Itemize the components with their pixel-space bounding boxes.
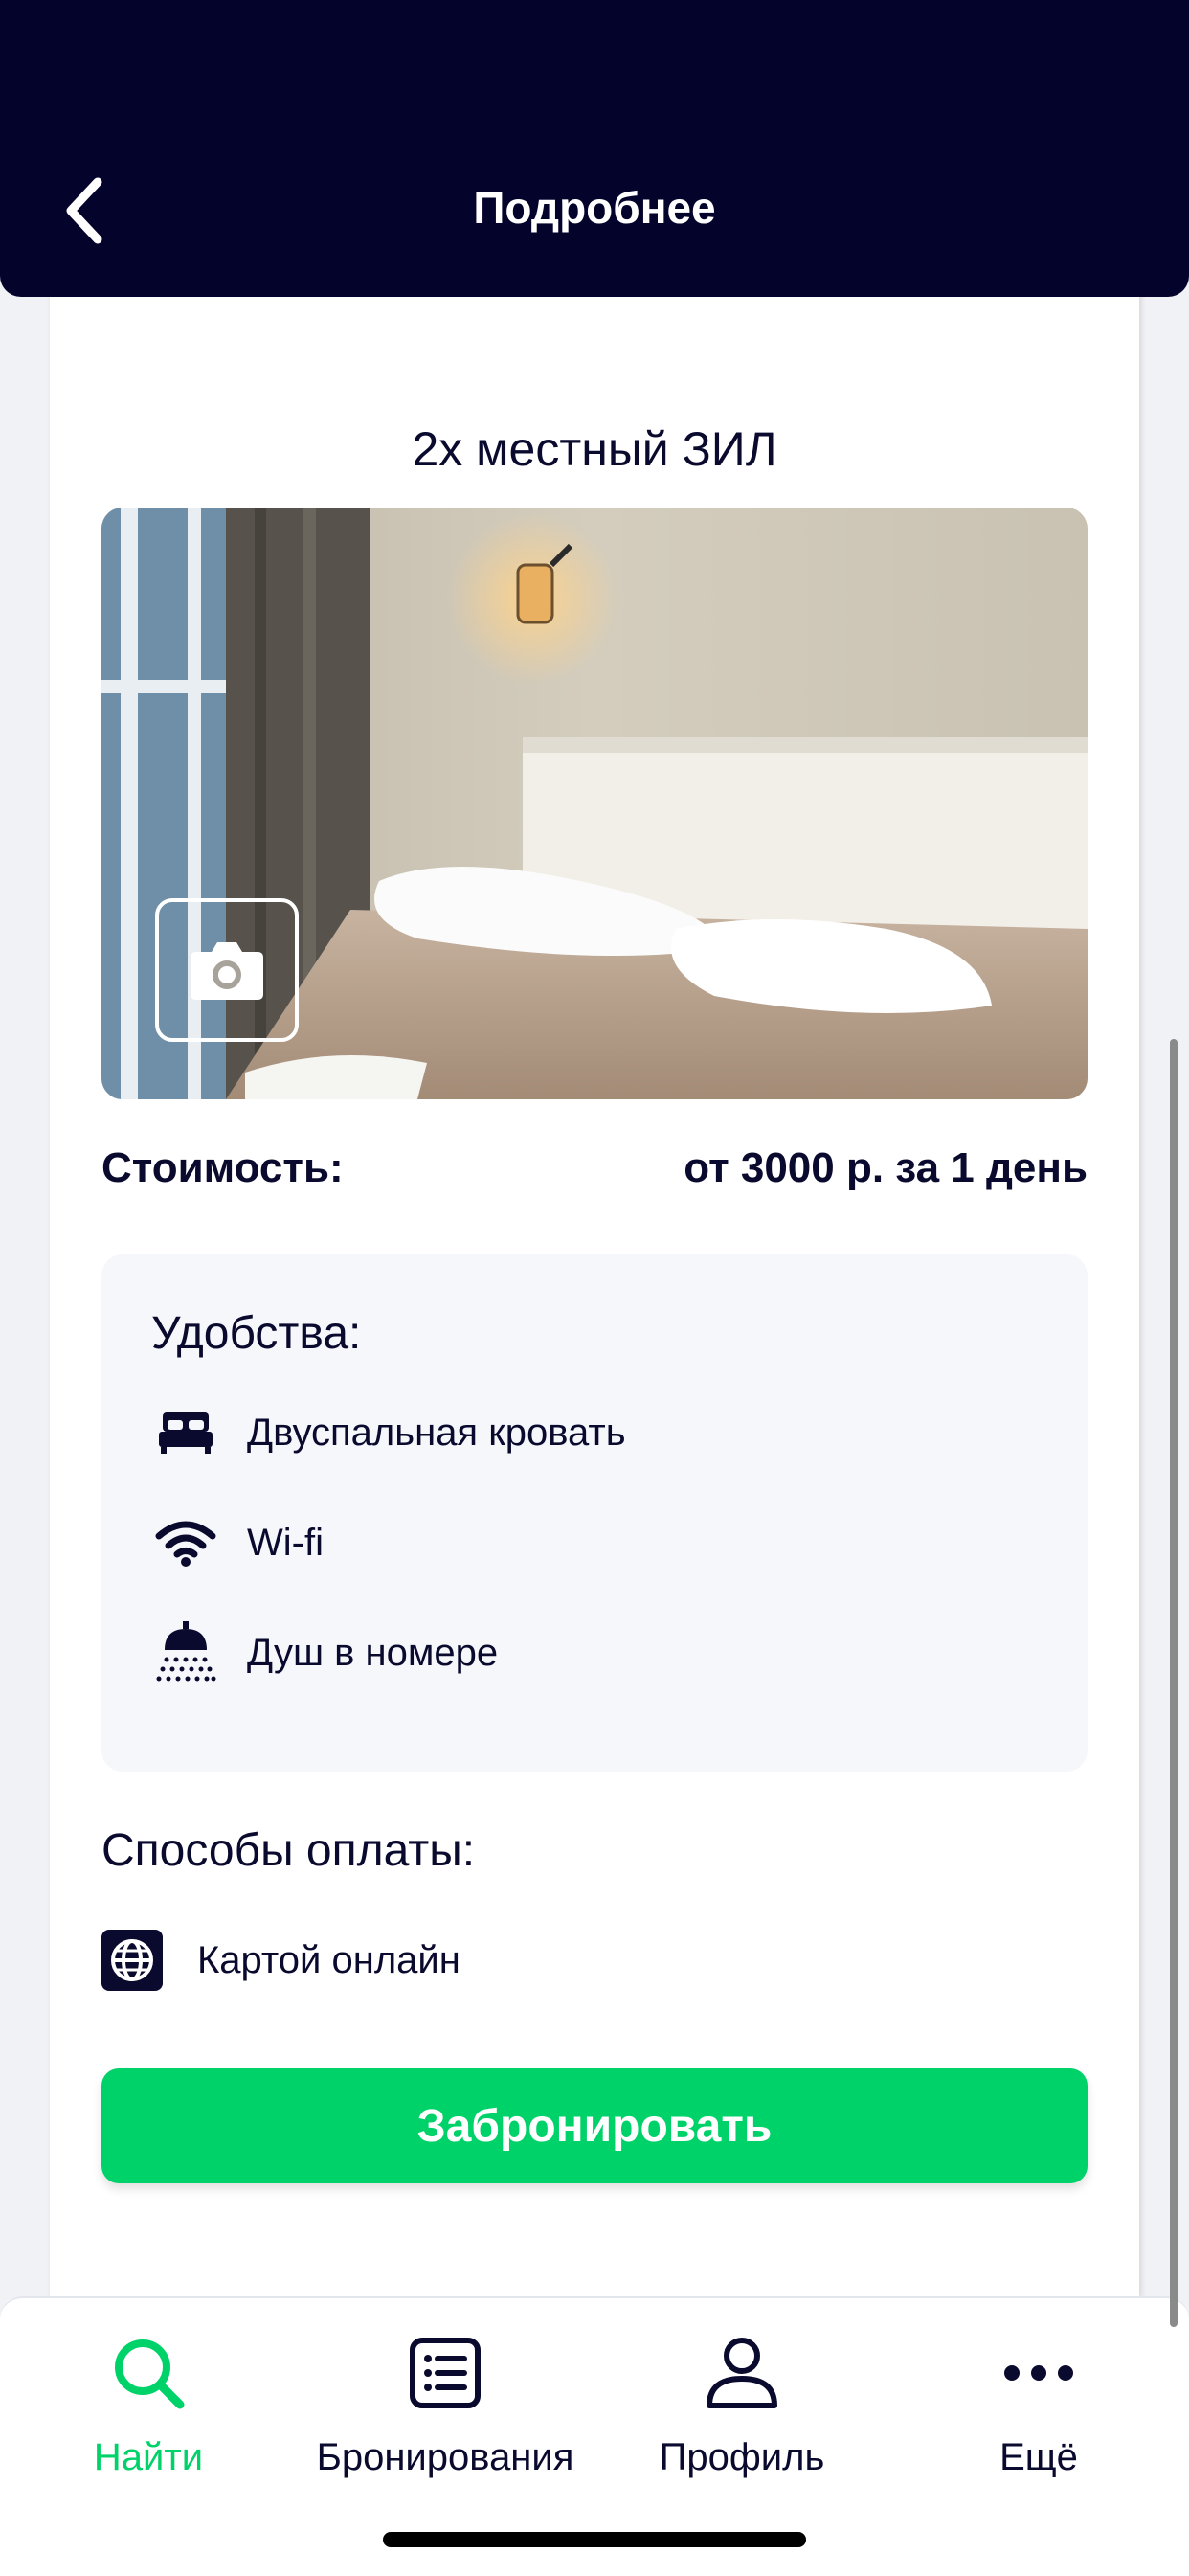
book-button[interactable]: Забронировать [101,2068,1088,2183]
shower-icon [151,1618,220,1687]
amenity-label: Wi-fi [247,1521,324,1564]
tab-profile[interactable]: Профиль [594,2325,890,2507]
camera-icon [191,942,263,1000]
amenity-item: Двуспальная кровать [151,1398,626,1467]
bed-icon [151,1398,220,1467]
amenities-title: Удобства: [151,1308,362,1359]
amenity-item: Душ в номере [151,1618,498,1687]
tab-more[interactable]: Ещё [890,2325,1187,2507]
page-title: Подробнее [473,183,716,233]
payment-item: Картой онлайн [101,1930,460,1991]
room-photo[interactable] [101,508,1088,1099]
globe-icon [101,1930,163,1991]
top-header: Подробнее [0,0,1189,297]
tab-label: Найти [93,2436,204,2478]
price-value: от 3000 р. за 1 день [684,1144,1088,1191]
tab-label: Бронирования [316,2436,574,2478]
more-icon [1004,2365,1073,2381]
tab-bookings[interactable]: Бронирования [297,2325,594,2507]
gallery-button[interactable] [155,898,299,1042]
room-title: 2х местный ЗИЛ [412,422,777,476]
scrollbar[interactable] [1170,1039,1178,2327]
list-icon [410,2338,481,2408]
wifi-icon [151,1508,220,1577]
tab-label: Профиль [659,2436,825,2478]
amenity-label: Двуспальная кровать [247,1411,626,1454]
amenity-item: Wi-fi [151,1508,324,1577]
home-indicator[interactable] [383,2532,806,2547]
price-row: Стоимость: от 3000 р. за 1 день [101,1144,1088,1192]
payment-title: Способы оплаты: [101,1825,476,1876]
search-icon [115,2339,185,2409]
tab-label: Ещё [999,2436,1078,2478]
user-icon [707,2338,777,2408]
tab-search[interactable]: Найти [0,2325,297,2507]
amenities-box: Удобства: Двуспальная кровать Wi-fi Душ … [101,1254,1088,1772]
price-label: Стоимость: [101,1144,344,1191]
payment-label: Картой онлайн [197,1938,460,1981]
amenity-label: Душ в номере [247,1631,499,1674]
